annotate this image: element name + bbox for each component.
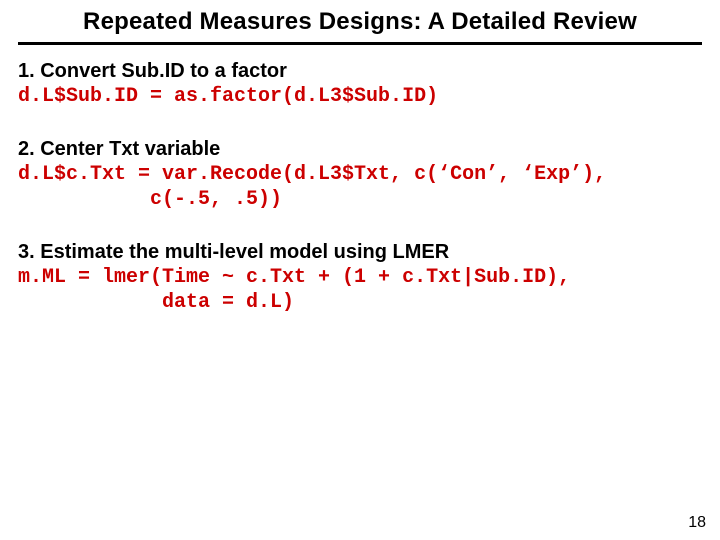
title-underline [18,42,702,45]
step-3-heading: 3. Estimate the multi-level model using … [18,240,702,265]
step-1-code: d.L$Sub.ID = as.factor(d.L3$Sub.ID) [18,84,702,109]
slide: Repeated Measures Designs: A Detailed Re… [0,0,720,540]
step-2-code: d.L$c.Txt = var.Recode(d.L3$Txt, c(‘Con’… [18,162,702,212]
step-1-heading: 1. Convert Sub.ID to a factor [18,59,702,84]
page-number: 18 [688,514,706,532]
slide-title: Repeated Measures Designs: A Detailed Re… [18,8,702,42]
step-3-code: m.ML = lmer(Time ~ c.Txt + (1 + c.Txt|Su… [18,265,702,315]
step-2-heading: 2. Center Txt variable [18,137,702,162]
